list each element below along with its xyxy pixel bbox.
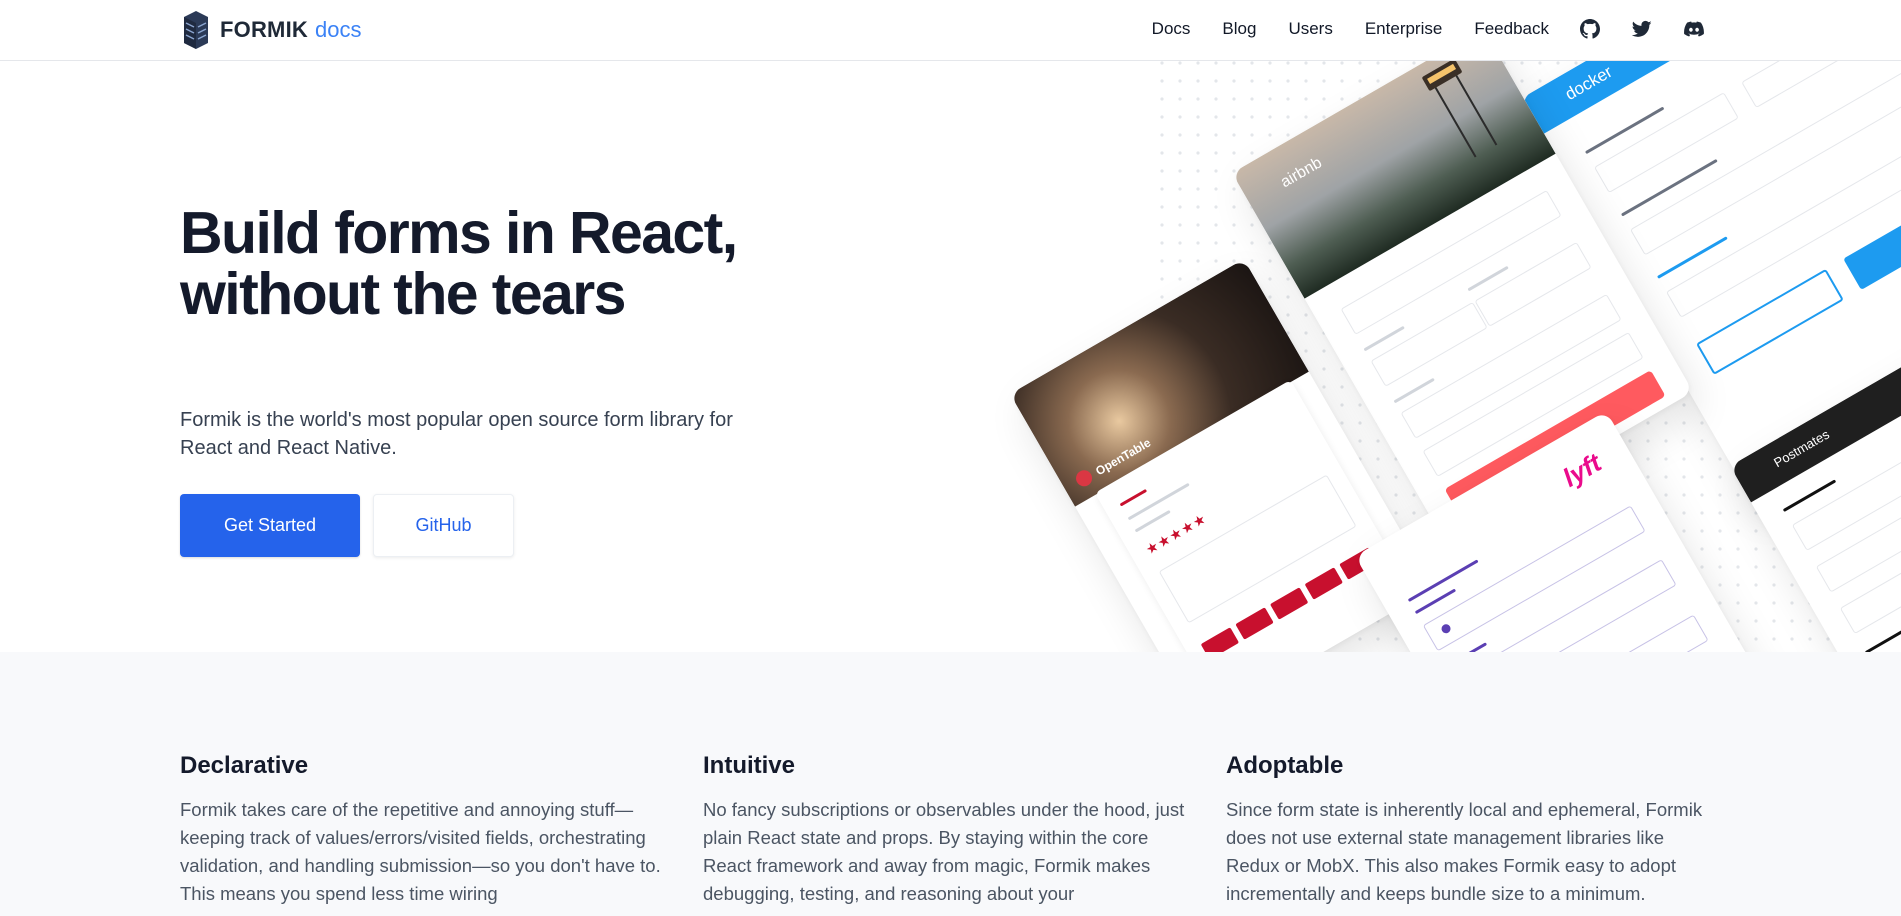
github-button[interactable]: GitHub xyxy=(373,494,514,557)
nav-users-link[interactable]: Users xyxy=(1288,19,1332,39)
nav-docs-link[interactable]: Docs xyxy=(1152,19,1191,39)
lyft-logo: lyft xyxy=(1557,447,1607,493)
twitter-icon[interactable] xyxy=(1631,18,1653,40)
logo-link[interactable]: FORMIK docs xyxy=(180,8,361,52)
feature-intuitive: Intuitive No fancy subscriptions or obse… xyxy=(703,752,1193,908)
nav-enterprise-link[interactable]: Enterprise xyxy=(1365,19,1442,39)
logo-wordmark: FORMIK xyxy=(220,17,308,42)
logo-docs-suffix: docs xyxy=(314,17,362,42)
form-examples-collage: docker Postmates airbnb OpenTable ★★★★★ … xyxy=(980,61,1901,652)
formik-logo-icon xyxy=(184,11,208,49)
feature-body: Formik takes care of the repetitive and … xyxy=(180,799,661,904)
main-nav: Docs Blog Users Enterprise Feedback xyxy=(1120,0,1705,58)
feature-body: No fancy subscriptions or observables un… xyxy=(703,799,1185,904)
discord-icon[interactable] xyxy=(1683,18,1705,40)
nav-blog-link[interactable]: Blog xyxy=(1222,19,1256,39)
hero-title: Build forms in React, without the tears xyxy=(180,200,738,327)
feature-body: Since form state is inherently local and… xyxy=(1226,799,1703,904)
feature-title: Declarative xyxy=(180,752,309,779)
feature-adoptable: Adoptable Since form state is inherently… xyxy=(1226,752,1716,908)
get-started-button[interactable]: Get Started xyxy=(180,494,360,557)
feature-title: Adoptable xyxy=(1226,752,1344,779)
features-section: Declarative Formik takes care of the rep… xyxy=(0,652,1901,916)
feature-declarative: Declarative Formik takes care of the rep… xyxy=(180,752,670,908)
feature-title: Intuitive xyxy=(703,752,796,779)
github-icon[interactable] xyxy=(1579,18,1601,40)
nav-feedback-link[interactable]: Feedback xyxy=(1474,19,1549,39)
hero-subtitle: Formik is the world's most popular open … xyxy=(180,409,733,459)
top-navbar: FORMIK docs Docs Blog Users Enterprise F… xyxy=(0,0,1901,61)
